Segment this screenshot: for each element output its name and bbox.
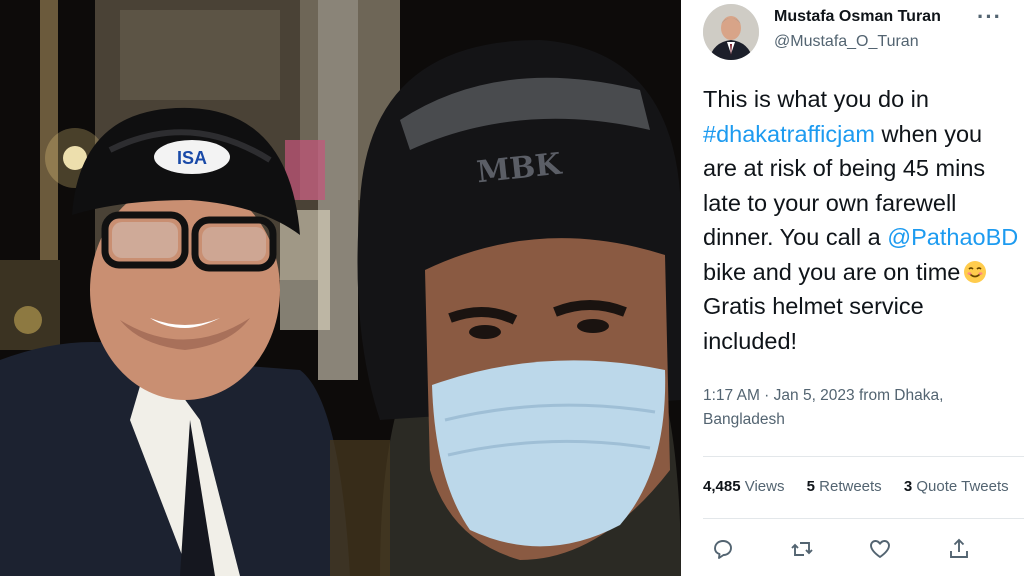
views-label: Views (740, 478, 785, 495)
smiling-face-hearts-icon (963, 259, 987, 283)
retweet-button[interactable] (785, 532, 819, 566)
retweets-label: Retweets (814, 478, 882, 495)
share-icon (950, 538, 968, 558)
mention-link[interactable]: @PathaoBD (887, 224, 1018, 250)
tweet-stats: 4,485 Views 5 Retweets 3 Quote Tweets (703, 478, 1024, 495)
tweet-time[interactable]: 1:17 AM (703, 387, 760, 404)
avatar-image (703, 4, 759, 60)
views-count: 4,485 (703, 478, 741, 495)
hashtag-link[interactable]: #dhakatrafficjam (703, 121, 875, 147)
tweet-card: Mustafa Osman Turan @Mustafa_O_Turan ···… (681, 0, 1024, 576)
share-button[interactable] (942, 532, 976, 566)
retweets-count: 5 (806, 478, 815, 495)
reply-icon (714, 540, 732, 559)
retweets-stat[interactable]: 5 Retweets (807, 478, 882, 495)
author-name[interactable]: Mustafa Osman Turan (774, 8, 941, 26)
divider (703, 456, 1024, 457)
tweet-header: Mustafa Osman Turan @Mustafa_O_Turan ··· (703, 4, 1023, 64)
tweet-text: This is what you do in #dhakatrafficjam … (703, 82, 1021, 358)
tweet-text-part3: bike and you are on time (703, 258, 961, 285)
tweet-date[interactable]: Jan 5, 2023 (774, 387, 855, 404)
selfie-photo: ISA MBK (0, 0, 681, 576)
tweet-photo[interactable]: ISA MBK (0, 0, 681, 576)
quotes-stat[interactable]: 3 Quote Tweets (904, 478, 1009, 495)
quotes-label: Quote Tweets (912, 478, 1009, 495)
author-handle[interactable]: @Mustafa_O_Turan (774, 33, 919, 51)
reply-button[interactable] (706, 532, 740, 566)
divider (703, 518, 1024, 519)
like-icon (870, 540, 890, 558)
tweet-text-part4: Gratis helmet service included! (703, 293, 924, 354)
tweet-meta: 1:17 AM · Jan 5, 2023 from Dhaka, Bangla… (703, 384, 1021, 432)
views-stat[interactable]: 4,485 Views (703, 478, 784, 495)
like-button[interactable] (863, 532, 897, 566)
more-options-icon[interactable]: ··· (977, 4, 1002, 30)
retweet-icon (791, 542, 813, 556)
quotes-count: 3 (903, 478, 913, 495)
helmet-logo-isa: ISA (177, 148, 207, 168)
tweet-text-part1: This is what you do in (703, 86, 929, 112)
meta-separator: · (759, 387, 774, 404)
avatar[interactable] (703, 4, 759, 60)
tweet-actions (703, 532, 1023, 568)
location-prefix: from (854, 387, 895, 404)
